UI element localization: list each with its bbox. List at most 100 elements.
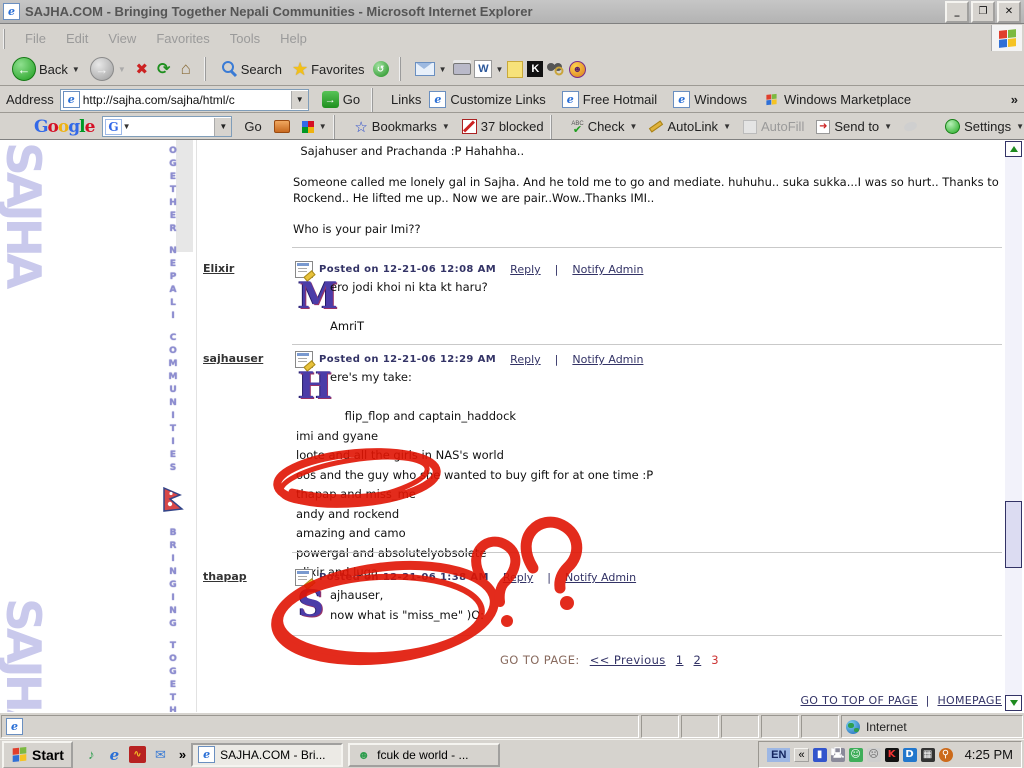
language-indicator[interactable]: EN <box>767 748 790 762</box>
google-go-button[interactable]: Go <box>244 119 261 134</box>
username-link[interactable]: thapap <box>203 570 247 583</box>
menu-tools[interactable]: Tools <box>220 27 270 50</box>
url-dropdown-icon[interactable]: ▼ <box>291 91 308 109</box>
sendto-icon: ➜ <box>816 120 830 134</box>
menu-edit[interactable]: Edit <box>56 27 98 50</box>
winamp-icon[interactable]: ∿ <box>129 746 146 763</box>
autofill-icon <box>743 120 757 134</box>
print-icon[interactable] <box>452 59 472 79</box>
autolink-button[interactable]: AutoLink▼ <box>649 119 731 134</box>
menu-help[interactable]: Help <box>270 27 317 50</box>
tray-collapse-icon[interactable]: « <box>794 748 808 762</box>
minimize-button[interactable]: _ <box>945 1 969 23</box>
menu-view[interactable]: View <box>98 27 146 50</box>
link-icon: e <box>562 91 579 108</box>
homepage-link[interactable]: HOMEPAGE <box>937 694 1002 707</box>
outlook-express-icon[interactable]: ✉ <box>152 746 169 763</box>
back-button[interactable]: ← Back ▼ <box>8 55 84 83</box>
favorites-button[interactable]: ★ Favorites <box>288 57 369 82</box>
search-history-dropdown-icon[interactable]: ▼ <box>214 118 231 136</box>
intro-post-text: Sajahuser and Prachanda :P Hahahha.. Som… <box>293 144 1005 237</box>
display-tray-icon[interactable]: 🖳 <box>831 748 845 762</box>
username-link[interactable]: sajhauser <box>203 352 263 365</box>
restore-button[interactable]: ❐ <box>971 1 995 23</box>
link-windows[interactable]: eWindows <box>673 91 747 108</box>
home-icon[interactable]: ⌂ <box>176 59 196 79</box>
sendto-button[interactable]: ➜Send to▼ <box>816 119 892 134</box>
taskbar-clock: 4:25 PM <box>965 747 1013 762</box>
messenger-icon[interactable]: ☻ <box>567 59 587 79</box>
stop-icon[interactable]: ✖ <box>132 59 152 79</box>
page-2-link[interactable]: 2 <box>694 653 702 667</box>
search-button[interactable]: Search <box>216 58 286 80</box>
dropcap-letter: H <box>298 367 324 407</box>
username-link[interactable]: Elixir <box>203 262 234 275</box>
google-g-icon: G <box>105 119 121 135</box>
mail-dropdown-icon[interactable]: ▼ <box>439 65 447 74</box>
history-icon[interactable]: ↺ <box>371 59 391 79</box>
address-label: Address <box>6 92 54 107</box>
popup-blocker-button[interactable]: 37 blocked <box>462 119 544 134</box>
edit-word-icon[interactable]: W <box>474 60 492 78</box>
task-button-messenger[interactable]: ☻ fcuk de world - ... <box>348 743 500 767</box>
notify-admin-link[interactable]: Notify Admin <box>572 263 643 276</box>
menu-bar: File Edit View Favorites Tools Help <box>0 24 1024 54</box>
nepal-flag-icon <box>162 487 184 517</box>
scroll-up-button[interactable] <box>1005 141 1022 157</box>
search-tray-icon[interactable]: ⚲ <box>939 748 953 762</box>
mail-button[interactable]: ▼ <box>411 60 451 78</box>
document-icon: e <box>6 718 23 735</box>
reply-link[interactable]: Reply <box>503 571 533 584</box>
antivirus-tray-icon[interactable]: K <box>885 748 899 762</box>
post-body: H ere's my take: flip_flop and captain_h… <box>296 366 986 581</box>
music-player-icon[interactable]: ♪ <box>83 746 100 763</box>
reply-link[interactable]: Reply <box>510 353 540 366</box>
link-windows-marketplace[interactable]: Windows Marketplace <box>763 91 911 108</box>
reply-link[interactable]: Reply <box>510 263 540 276</box>
dictionary-tray-icon[interactable]: D <box>903 748 917 762</box>
autofill-button: AutoFill <box>743 119 804 134</box>
links-overflow-icon[interactable]: » <box>1011 92 1018 107</box>
go-to-top-link[interactable]: GO TO TOP OF PAGE <box>800 694 917 707</box>
quick-launch: ♪ e ∿ ✉ » <box>83 746 186 763</box>
internet-explorer-icon[interactable]: e <box>106 746 123 763</box>
k-tool-icon[interactable]: K <box>527 61 543 77</box>
task-button-sajha[interactable]: e SAJHA.COM - Bri... <box>191 743 343 767</box>
spellcheck-button[interactable]: ABC✔Check▼ <box>571 119 637 134</box>
chip-tray-icon[interactable]: ▦ <box>921 748 935 762</box>
bookmarks-button[interactable]: ☆Bookmarks▼ <box>354 118 449 136</box>
site-options-icon[interactable]: ▼ <box>302 121 327 133</box>
prev-page-link[interactable]: << Previous <box>590 653 666 667</box>
post-divider <box>292 247 1002 248</box>
url-input[interactable]: e http://sajha.com/sajha/html/c ▼ <box>60 89 309 111</box>
messenger-tray-icon[interactable]: ☺ <box>849 748 863 762</box>
forward-button[interactable]: → ▼ <box>86 55 130 83</box>
scroll-down-button[interactable] <box>1005 695 1022 711</box>
back-dropdown-icon[interactable]: ▼ <box>72 65 80 74</box>
pagerank-icon[interactable] <box>274 120 290 133</box>
close-button[interactable]: ✕ <box>997 1 1021 23</box>
refresh-icon[interactable]: ⟳ <box>154 59 174 79</box>
go-button[interactable]: → Go <box>317 90 365 109</box>
search-mode-dropdown-icon[interactable]: ▼ <box>123 122 131 131</box>
page-1-link[interactable]: 1 <box>676 653 684 667</box>
battery-tray-icon[interactable]: ▮ <box>813 748 827 762</box>
link-free-hotmail[interactable]: eFree Hotmail <box>562 91 657 108</box>
status-tray-icon[interactable]: ☹ <box>867 748 881 762</box>
quick-launch-overflow-icon[interactable]: » <box>179 747 186 762</box>
menu-file[interactable]: File <box>15 27 56 50</box>
notify-admin-link[interactable]: Notify Admin <box>572 353 643 366</box>
page-scrollbar[interactable] <box>1005 141 1022 711</box>
highlighter-icon <box>904 122 917 131</box>
menu-favorites[interactable]: Favorites <box>146 27 219 50</box>
scrollbar-thumb[interactable] <box>1005 501 1022 568</box>
research-icon[interactable] <box>545 59 565 79</box>
google-search-input[interactable]: G ▼ ▼ <box>102 116 232 137</box>
settings-button[interactable]: Settings▼ <box>945 119 1024 134</box>
notes-icon[interactable] <box>505 59 525 79</box>
edit-dropdown-icon[interactable]: ▼ <box>495 65 503 74</box>
msn-buddy-icon: ☻ <box>355 746 372 763</box>
start-button[interactable]: Start <box>2 741 73 768</box>
notify-admin-link[interactable]: Notify Admin <box>565 571 636 584</box>
link-customize-links[interactable]: eCustomize Links <box>429 91 545 108</box>
